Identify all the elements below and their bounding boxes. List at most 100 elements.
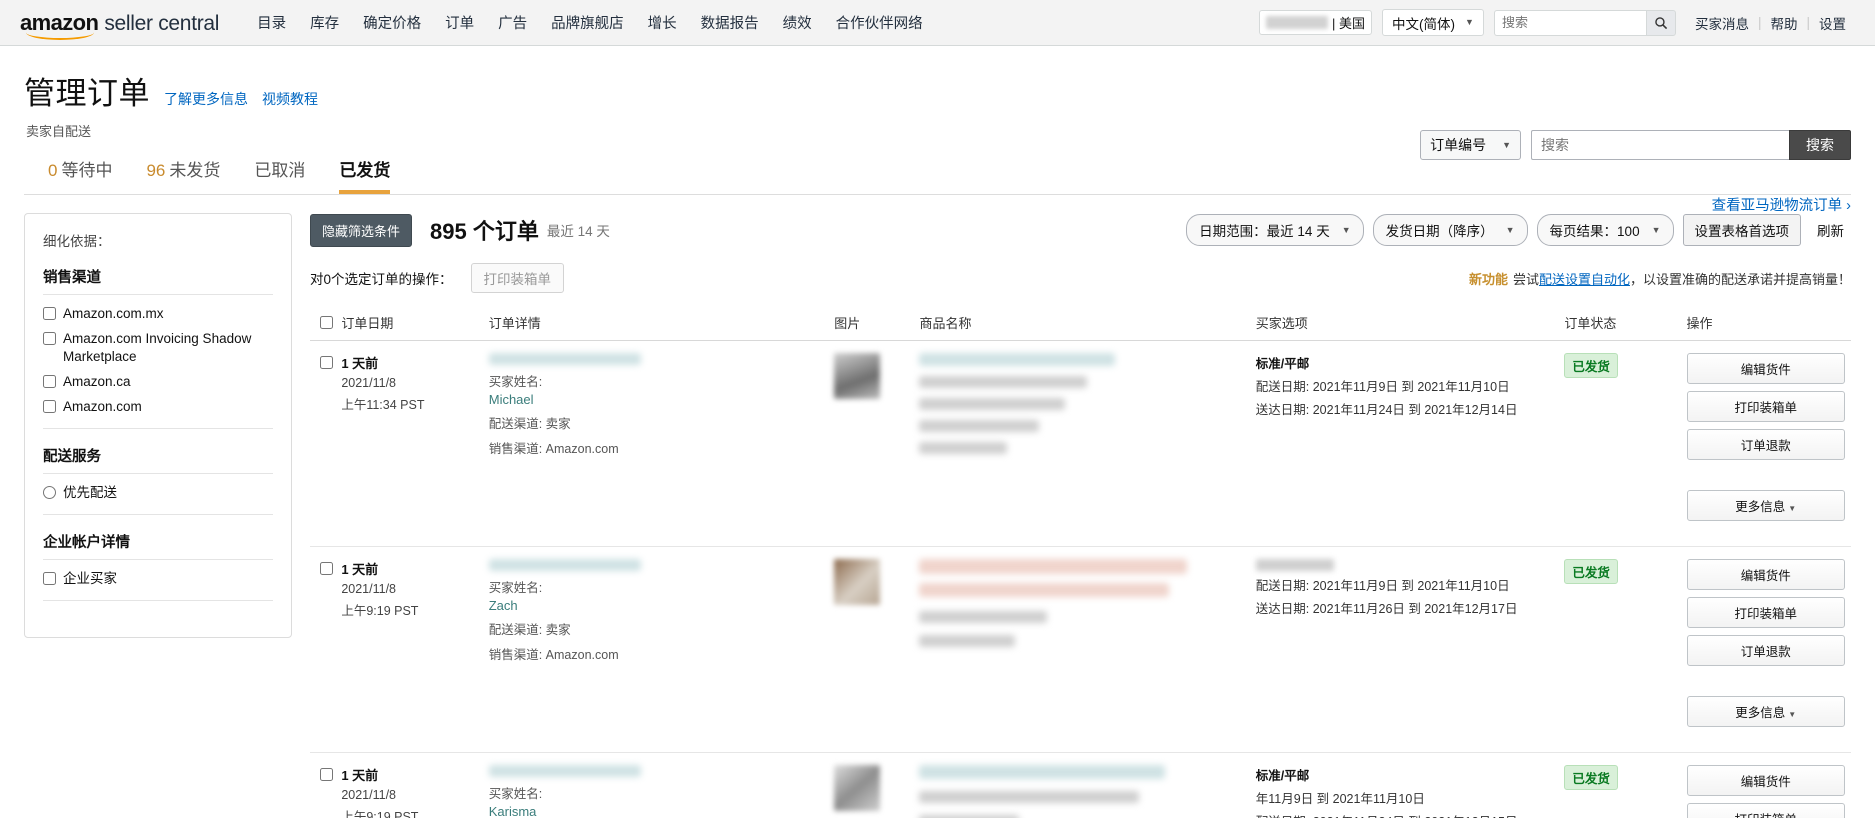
product-meta-redacted-3 [919,420,1040,432]
order-id-redacted[interactable] [488,353,641,365]
hide-filters-button[interactable]: 隐藏筛选条件 [310,213,413,247]
title-row: 管理订单 了解更多信息 视频教程 [24,68,1851,113]
product-title-redacted[interactable] [919,765,1166,779]
order-status-tabs: 0 等待中 96 未发货 已取消 已发货 [48,156,1851,194]
product-thumbnail[interactable] [834,559,881,605]
filter-checkbox-amazon-com[interactable] [43,399,56,413]
promo-link[interactable]: 配送设置自动化 [1539,272,1630,287]
table-preferences-button[interactable]: 设置表格首选项 [1682,214,1801,246]
print-packing-slip-button[interactable]: 打印装箱单 [470,263,565,293]
column-order-details[interactable]: 订单详情 [482,307,829,341]
column-order-date[interactable]: 订单日期 [335,307,483,341]
sidebar-divider [43,513,273,515]
column-order-status[interactable]: 订单状态 [1558,307,1681,341]
nav-item-brand-store[interactable]: 品牌旗舰店 [539,6,636,39]
promo-text-post: ，以设置准确的配送承诺并提高销量！ [1629,271,1851,287]
view-fba-orders-link[interactable]: 查看亚马逊物流订单 › [1712,194,1851,215]
filter-option-invoicing-shadow-marketplace[interactable]: Amazon.com Invoicing Shadow Marketplace [43,330,273,366]
filter-label-business-buyer: 企业买家 [63,570,117,586]
nav-item-inventory[interactable]: 库存 [298,6,351,39]
product-meta-redacted-2 [919,611,1048,623]
nav-item-reports[interactable]: 数据报告 [689,6,771,39]
filter-option-business-buyer[interactable]: 企业买家 [43,570,273,588]
filter-option-amazon-com-mx[interactable]: Amazon.com.mx [43,305,273,323]
orders-main-panel: 隐藏筛选条件 895 个订单 最近 14 天 日期范围：最近 14 天 ▼ 发货… [310,213,1851,818]
product-title-redacted[interactable] [919,559,1188,574]
row-select-checkbox[interactable] [320,768,333,781]
nav-item-pricing[interactable]: 确定价格 [351,6,433,39]
tab-pending[interactable]: 0 等待中 [48,156,112,194]
product-meta-redacted-4 [919,442,1008,454]
orders-count: 895 个订单 [430,219,539,244]
account-marketplace-chip[interactable]: | 美国 [1259,10,1373,35]
global-search-input[interactable] [1493,9,1646,36]
language-selector[interactable]: 中文(简体) ▼ [1382,9,1484,36]
filter-group-sales-channel: 销售渠道 Amazon.com.mx Amazon.com Invoicing … [43,266,273,416]
column-buyer-options[interactable]: 买家选项 [1249,307,1559,341]
edit-shipment-button[interactable]: 编辑货件 [1686,765,1845,796]
promo-banner: 新功能 尝试配送设置自动化，以设置准确的配送承诺并提高销量！ [1469,269,1851,288]
filter-option-amazon-com[interactable]: Amazon.com [43,398,273,416]
print-packing-slip-row-button[interactable]: 打印装箱单 [1686,391,1845,422]
buyer-messages-link[interactable]: 买家消息 [1686,13,1758,33]
edit-shipment-button[interactable]: 编辑货件 [1686,353,1845,384]
marketplace-label: | 美国 [1332,16,1366,31]
filter-checkbox-amazon-ca[interactable] [43,374,56,388]
filter-checkbox-business-buyer[interactable] [43,571,56,585]
tab-unshipped[interactable]: 96 未发货 [146,156,220,194]
buyer-name: Michael [488,392,534,407]
filter-checkbox-amazon-com-mx[interactable] [43,307,56,320]
filter-option-priority-shipping[interactable]: 优先配送 [43,484,273,502]
nav-item-orders[interactable]: 订单 [433,6,486,39]
help-link[interactable]: 帮助 [1761,13,1806,33]
global-search-button[interactable] [1645,9,1676,36]
refund-order-button[interactable]: 订单退款 [1686,429,1845,460]
account-name-redacted [1266,16,1329,29]
sort-dropdown[interactable]: 发货日期（降序） ▼ [1372,214,1528,246]
order-date: 2021/11/8 [341,376,397,390]
refresh-button[interactable]: 刷新 [1810,214,1851,246]
order-time: 上午11:34 PST [341,398,425,412]
tab-canceled[interactable]: 已取消 [254,156,305,194]
order-id-redacted[interactable] [488,765,641,777]
product-thumbnail[interactable] [834,765,881,811]
nav-item-growth[interactable]: 增长 [636,6,689,39]
settings-link[interactable]: 设置 [1810,13,1855,33]
select-all-checkbox[interactable] [320,316,333,329]
order-date-ago: 1 天前 [341,768,379,783]
date-range-dropdown[interactable]: 日期范围：最近 14 天 ▼ [1186,214,1364,246]
filter-checkbox-invoicing-shadow-marketplace[interactable] [43,331,56,345]
refund-order-button[interactable]: 订单退款 [1686,635,1845,666]
nav-item-partner-network[interactable]: 合作伙伴网络 [824,6,935,39]
column-image[interactable]: 图片 [828,307,914,341]
amazon-seller-central-logo[interactable]: amazon seller central [20,10,219,40]
sales-channel: 销售渠道: Amazon.com [488,442,619,456]
orders-toolbar-controls: 日期范围：最近 14 天 ▼ 发货日期（降序） ▼ 每页结果：100 ▼ 设置表… [1186,214,1851,246]
column-actions[interactable]: 操作 [1680,307,1851,341]
product-title-redacted[interactable] [919,353,1116,366]
nav-item-performance[interactable]: 绩效 [771,6,824,39]
ship-by-date: 配送日期: 2021年11月9日 到 2021年11月10日 [1255,579,1510,593]
more-info-button[interactable]: 更多信息 ▼ [1686,490,1845,521]
learn-more-link[interactable]: 了解更多信息 [164,89,248,109]
chevron-down-icon: ▼ [1505,224,1515,235]
product-thumbnail[interactable] [834,353,881,399]
more-info-button[interactable]: 更多信息 ▼ [1686,696,1845,727]
filter-radio-priority-shipping[interactable] [43,485,56,499]
tab-shipped[interactable]: 已发货 [339,156,391,194]
row-select-checkbox[interactable] [320,562,333,575]
nav-item-catalog[interactable]: 目录 [245,6,298,39]
filter-group-sales-channel-title: 销售渠道 [43,266,273,295]
order-id-redacted[interactable] [488,559,641,571]
edit-shipment-button[interactable]: 编辑货件 [1686,559,1845,590]
per-page-dropdown[interactable]: 每页结果：100 ▼ [1536,214,1674,246]
column-product-name[interactable]: 商品名称 [913,307,1250,341]
video-tutorial-link[interactable]: 视频教程 [262,89,318,109]
print-packing-slip-row-button[interactable]: 打印装箱单 [1686,803,1845,818]
row-buyer-options-cell: 标准/平邮 年11月9日 到 2021年11月10日 配送日期: 2021年11… [1249,752,1559,818]
print-packing-slip-row-button[interactable]: 打印装箱单 [1686,597,1845,628]
tab-unshipped-count: 96 [146,161,166,180]
filter-option-amazon-ca[interactable]: Amazon.ca [43,373,273,391]
row-select-checkbox[interactable] [320,356,333,369]
nav-item-advertising[interactable]: 广告 [486,6,539,39]
